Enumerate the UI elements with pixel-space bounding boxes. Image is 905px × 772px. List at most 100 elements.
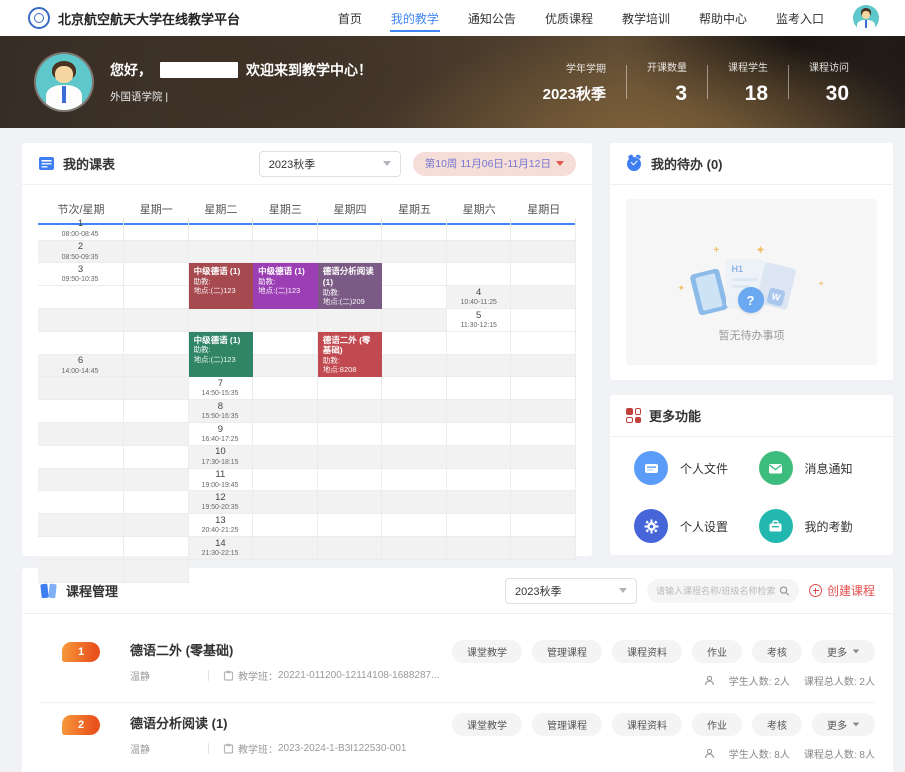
- timetable-cell[interactable]: [38, 469, 124, 492]
- function-item-4[interactable]: 我的考勤: [759, 509, 884, 543]
- timetable-cell[interactable]: [253, 514, 318, 537]
- timetable-cell[interactable]: [511, 423, 576, 446]
- timetable-cell[interactable]: [189, 218, 254, 241]
- timetable-cell[interactable]: [38, 560, 124, 583]
- timetable-cell[interactable]: [124, 560, 189, 583]
- timetable-cell[interactable]: [511, 355, 576, 378]
- timetable-cell[interactable]: [447, 241, 512, 264]
- action-button[interactable]: 课堂教学: [452, 640, 522, 663]
- action-button[interactable]: 作业: [692, 640, 742, 663]
- timetable-cell[interactable]: [382, 423, 447, 446]
- timetable-cell[interactable]: [382, 537, 447, 560]
- timetable-cell[interactable]: [447, 377, 512, 400]
- timetable-cell[interactable]: [124, 263, 189, 286]
- course-name[interactable]: 德语二外 (零基础): [130, 640, 439, 659]
- timetable-cell[interactable]: [511, 286, 576, 309]
- timetable-cell[interactable]: [253, 446, 318, 469]
- timetable-cell[interactable]: [38, 309, 124, 332]
- timetable-cell[interactable]: [382, 514, 447, 537]
- timetable-cell[interactable]: [382, 377, 447, 400]
- timetable-cell[interactable]: [253, 377, 318, 400]
- week-select[interactable]: 第10周 11月06日-11月12日: [413, 152, 576, 176]
- timetable-cell[interactable]: [511, 332, 576, 355]
- action-button[interactable]: 课程资料: [612, 640, 682, 663]
- schedule-term-select[interactable]: 2023秋季: [259, 151, 401, 177]
- timetable-cell[interactable]: [382, 469, 447, 492]
- create-course-button[interactable]: 创建课程: [809, 582, 875, 599]
- timetable-cell[interactable]: [382, 218, 447, 241]
- nav-item-1[interactable]: 首页: [337, 1, 363, 36]
- timetable-cell[interactable]: [318, 537, 383, 560]
- timetable-cell[interactable]: [253, 537, 318, 560]
- timetable-cell[interactable]: [318, 514, 383, 537]
- timetable-cell[interactable]: [447, 514, 512, 537]
- timetable-cell[interactable]: [382, 491, 447, 514]
- timetable-cell[interactable]: [124, 423, 189, 446]
- course-search-input[interactable]: [656, 586, 779, 596]
- function-item-3[interactable]: 个人设置: [634, 509, 759, 543]
- timetable-cell[interactable]: [511, 241, 576, 264]
- nav-item-4[interactable]: 优质课程: [544, 1, 594, 36]
- timetable-cell[interactable]: [38, 400, 124, 423]
- search-icon[interactable]: [779, 585, 790, 597]
- nav-item-2[interactable]: 我的教学: [390, 1, 440, 36]
- timetable-cell[interactable]: [38, 537, 124, 560]
- action-button[interactable]: 考核: [752, 640, 802, 663]
- timetable-cell[interactable]: [124, 218, 189, 241]
- timetable-cell[interactable]: [38, 332, 124, 355]
- timetable-cell[interactable]: [382, 286, 447, 309]
- timetable-cell[interactable]: [511, 218, 576, 241]
- course-name[interactable]: 德语分析阅读 (1): [130, 713, 406, 732]
- timetable-cell[interactable]: [447, 332, 512, 355]
- timetable-cell[interactable]: [447, 355, 512, 378]
- timetable-cell[interactable]: [447, 491, 512, 514]
- timetable-cell[interactable]: [318, 491, 383, 514]
- timetable-cell[interactable]: [38, 286, 124, 309]
- course-event[interactable]: 德语二外 (零基础)助教:地点:8208: [318, 332, 383, 378]
- timetable-cell[interactable]: [189, 309, 254, 332]
- timetable-cell[interactable]: [318, 400, 383, 423]
- timetable-cell[interactable]: [511, 491, 576, 514]
- timetable-cell[interactable]: [511, 446, 576, 469]
- timetable-cell[interactable]: [124, 400, 189, 423]
- timetable-cell[interactable]: [253, 355, 318, 378]
- more-button[interactable]: 更多: [812, 640, 875, 663]
- action-button[interactable]: 考核: [752, 713, 802, 736]
- timetable-cell[interactable]: [318, 423, 383, 446]
- timetable-cell[interactable]: [447, 446, 512, 469]
- timetable-cell[interactable]: [253, 423, 318, 446]
- timetable-cell[interactable]: [447, 537, 512, 560]
- timetable-cell[interactable]: [38, 423, 124, 446]
- timetable-cell[interactable]: [253, 218, 318, 241]
- timetable-cell[interactable]: [511, 263, 576, 286]
- function-item-2[interactable]: 消息通知: [759, 451, 884, 485]
- timetable-cell[interactable]: [253, 332, 318, 355]
- course-event[interactable]: 中级德语 (1)助教:地点:(二)123: [253, 263, 318, 309]
- timetable-cell[interactable]: [382, 400, 447, 423]
- timetable-cell[interactable]: [38, 514, 124, 537]
- nav-item-7[interactable]: 监考入口: [775, 1, 825, 36]
- timetable-cell[interactable]: [124, 286, 189, 309]
- course-event[interactable]: 德语分析阅读 (1)助教:地点:(二)209: [318, 263, 383, 309]
- action-button[interactable]: 作业: [692, 713, 742, 736]
- timetable-cell[interactable]: [38, 377, 124, 400]
- action-button[interactable]: 管理课程: [532, 640, 602, 663]
- action-button[interactable]: 课堂教学: [452, 713, 522, 736]
- timetable-cell[interactable]: [382, 355, 447, 378]
- timetable-cell[interactable]: [318, 446, 383, 469]
- timetable-cell[interactable]: [189, 241, 254, 264]
- timetable-cell[interactable]: [124, 241, 189, 264]
- timetable-cell[interactable]: [382, 446, 447, 469]
- timetable-cell[interactable]: [253, 241, 318, 264]
- timetable-cell[interactable]: [382, 241, 447, 264]
- timetable-cell[interactable]: [382, 332, 447, 355]
- nav-item-6[interactable]: 帮助中心: [698, 1, 748, 36]
- timetable-cell[interactable]: [511, 309, 576, 332]
- timetable-cell[interactable]: [318, 469, 383, 492]
- timetable-cell[interactable]: [318, 309, 383, 332]
- timetable-cell[interactable]: [124, 332, 189, 355]
- timetable-cell[interactable]: [511, 537, 576, 560]
- timetable-cell[interactable]: [318, 241, 383, 264]
- nav-item-5[interactable]: 教学培训: [621, 1, 671, 36]
- timetable-cell[interactable]: [447, 469, 512, 492]
